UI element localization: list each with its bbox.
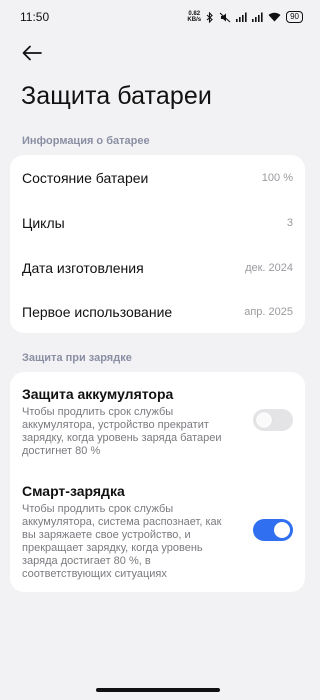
- battery-protection-description: Чтобы продлить срок службы аккумулятора,…: [22, 406, 222, 457]
- toggle-knob: [256, 412, 272, 428]
- wifi-icon: [268, 12, 281, 22]
- battery-health-row: Состояние батареи 100 %: [10, 155, 305, 200]
- battery-icon: 90: [286, 11, 303, 23]
- signal-icon: [236, 12, 247, 22]
- cycles-value: 3: [286, 216, 293, 229]
- status-bar: 11:50 0.82 KB/s 90: [0, 0, 315, 34]
- manufacture-date-value: дек. 2024: [245, 261, 293, 274]
- smart-charging-toggle[interactable]: [253, 519, 293, 541]
- battery-info-section-header: Информация о батарее: [22, 135, 150, 147]
- battery-health-label: Состояние батареи: [22, 169, 149, 186]
- home-indicator[interactable]: [96, 688, 220, 692]
- signal-icon: [252, 12, 263, 22]
- cycles-label: Циклы: [22, 214, 65, 231]
- mute-icon: [219, 12, 231, 23]
- first-use-row: Первое использование апр. 2025: [10, 289, 305, 334]
- manufacture-date-row: Дата изготовления дек. 2024: [10, 245, 305, 290]
- status-time: 11:50: [20, 10, 50, 24]
- charging-protection-card: Защита аккумулятора Чтобы продлить срок …: [10, 372, 305, 592]
- network-speed-unit: KB/s: [187, 17, 202, 23]
- cycles-row: Циклы 3: [10, 200, 305, 245]
- battery-info-card: Состояние батареи 100 % Циклы 3 Дата изг…: [10, 155, 305, 333]
- battery-protection-toggle[interactable]: [253, 409, 293, 431]
- page-title: Защита батареи: [21, 82, 212, 110]
- charging-protection-section-header: Защита при зарядке: [22, 352, 132, 364]
- smart-charging-description: Чтобы продлить срок службы аккумулятора,…: [22, 503, 222, 580]
- back-button[interactable]: [20, 42, 44, 64]
- first-use-label: Первое использование: [22, 303, 173, 320]
- status-icons: 0.82 KB/s 90: [187, 11, 303, 23]
- battery-health-value: 100 %: [261, 171, 293, 184]
- smart-charging-title: Смарт-зарядка: [22, 483, 125, 499]
- manufacture-date-label: Дата изготовления: [22, 259, 144, 276]
- first-use-value: апр. 2025: [244, 305, 293, 318]
- battery-protection-title: Защита аккумулятора: [22, 386, 174, 402]
- toggle-knob: [274, 522, 290, 538]
- bluetooth-icon: [206, 11, 214, 23]
- back-arrow-icon: [22, 45, 42, 61]
- network-speed: 0.82 KB/s: [187, 11, 201, 23]
